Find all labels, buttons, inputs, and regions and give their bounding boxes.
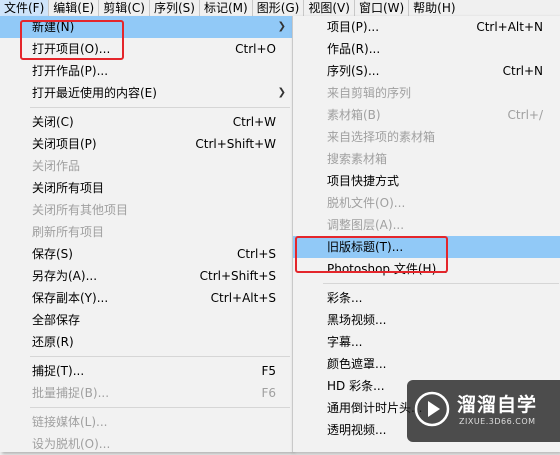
- menu-item-color-matte[interactable]: 颜色遮罩...: [293, 353, 560, 375]
- menu-item-capture[interactable]: 捕捉(T)... F5: [0, 360, 292, 382]
- menu-file[interactable]: 文件(F): [0, 0, 50, 16]
- menu-item-save-copy[interactable]: 保存副本(Y)... Ctrl+Alt+S: [0, 287, 292, 309]
- menu-item-save[interactable]: 保存(S) Ctrl+S: [0, 243, 292, 265]
- separator: [30, 407, 290, 408]
- menu-item-open-recent[interactable]: 打开最近使用的内容(E) ❯: [0, 82, 292, 104]
- menu-item-open-production[interactable]: 打开作品(P)...: [0, 60, 292, 82]
- chevron-right-icon: ❯: [277, 87, 286, 98]
- chevron-right-icon: ❯: [277, 21, 286, 32]
- separator: [30, 356, 290, 357]
- menu-item-new-bin[interactable]: 素材箱(B) Ctrl+/: [293, 104, 560, 126]
- menu-view[interactable]: 视图(V): [304, 0, 355, 16]
- watermark-name: 溜溜自学: [457, 394, 538, 416]
- annotation-box-new: [20, 20, 124, 60]
- menu-item-bars-tone[interactable]: 彩条...: [293, 287, 560, 309]
- menu-item-new-sequence[interactable]: 序列(S)... Ctrl+N: [293, 60, 560, 82]
- menu-item-revert[interactable]: 还原(R): [0, 331, 292, 353]
- menu-item-close[interactable]: 关闭(C) Ctrl+W: [0, 111, 292, 133]
- menu-item-close-all-projects[interactable]: 关闭所有项目: [0, 177, 292, 199]
- menu-item-bin-from-selection[interactable]: 来自选择项的素材箱: [293, 126, 560, 148]
- menu-edit[interactable]: 编辑(E): [49, 0, 100, 16]
- menu-item-search-bin[interactable]: 搜索素材箱: [293, 148, 560, 170]
- menu-item-new-production[interactable]: 作品(R)...: [293, 38, 560, 60]
- annotation-box-legacy-title: [295, 236, 448, 273]
- menu-bar: 文件(F) 编辑(E) 剪辑(C) 序列(S) 标记(M) 图形(G) 视图(V…: [0, 0, 560, 16]
- separator: [30, 107, 290, 108]
- menu-item-project-shortcut[interactable]: 项目快捷方式: [293, 170, 560, 192]
- menu-item-adjustment-layer[interactable]: 调整图层(A)...: [293, 214, 560, 236]
- separator: [323, 283, 559, 284]
- watermark-url: ZIXUE.3D66.COM: [459, 417, 536, 426]
- menu-item-captions[interactable]: 字幕...: [293, 331, 560, 353]
- menu-item-sequence-from-clip[interactable]: 来自剪辑的序列: [293, 82, 560, 104]
- play-logo-icon: [414, 391, 450, 427]
- menu-item-save-all[interactable]: 全部保存: [0, 309, 292, 331]
- menu-item-link-media[interactable]: 链接媒体(L)...: [0, 411, 292, 433]
- menu-help[interactable]: 帮助(H): [409, 0, 459, 16]
- menu-graphics[interactable]: 图形(G): [253, 0, 305, 16]
- menu-item-black-video[interactable]: 黑场视频...: [293, 309, 560, 331]
- file-menu: 新建(N) ❯ 打开项目(O)... Ctrl+O 打开作品(P)... 打开最…: [0, 16, 293, 452]
- menu-item-close-other-projects[interactable]: 关闭所有其他项目: [0, 199, 292, 221]
- menu-item-offline-file[interactable]: 脱机文件(O)...: [293, 192, 560, 214]
- menu-item-new-project[interactable]: 项目(P)... Ctrl+Alt+N: [293, 16, 560, 38]
- menu-item-close-project[interactable]: 关闭项目(P) Ctrl+Shift+W: [0, 133, 292, 155]
- menu-item-refresh-all[interactable]: 刷新所有项目: [0, 221, 292, 243]
- menu-item-close-production[interactable]: 关闭作品: [0, 155, 292, 177]
- menu-sequence[interactable]: 序列(S): [150, 0, 200, 16]
- menu-clip[interactable]: 剪辑(C): [99, 0, 150, 16]
- menu-markers[interactable]: 标记(M): [200, 0, 253, 16]
- watermark: 溜溜自学 ZIXUE.3D66.COM: [407, 380, 560, 442]
- menu-window[interactable]: 窗口(W): [355, 0, 410, 16]
- menu-item-save-as[interactable]: 另存为(A)... Ctrl+Shift+S: [0, 265, 292, 287]
- menu-item-batch-capture[interactable]: 批量捕捉(B)... F6: [0, 382, 292, 404]
